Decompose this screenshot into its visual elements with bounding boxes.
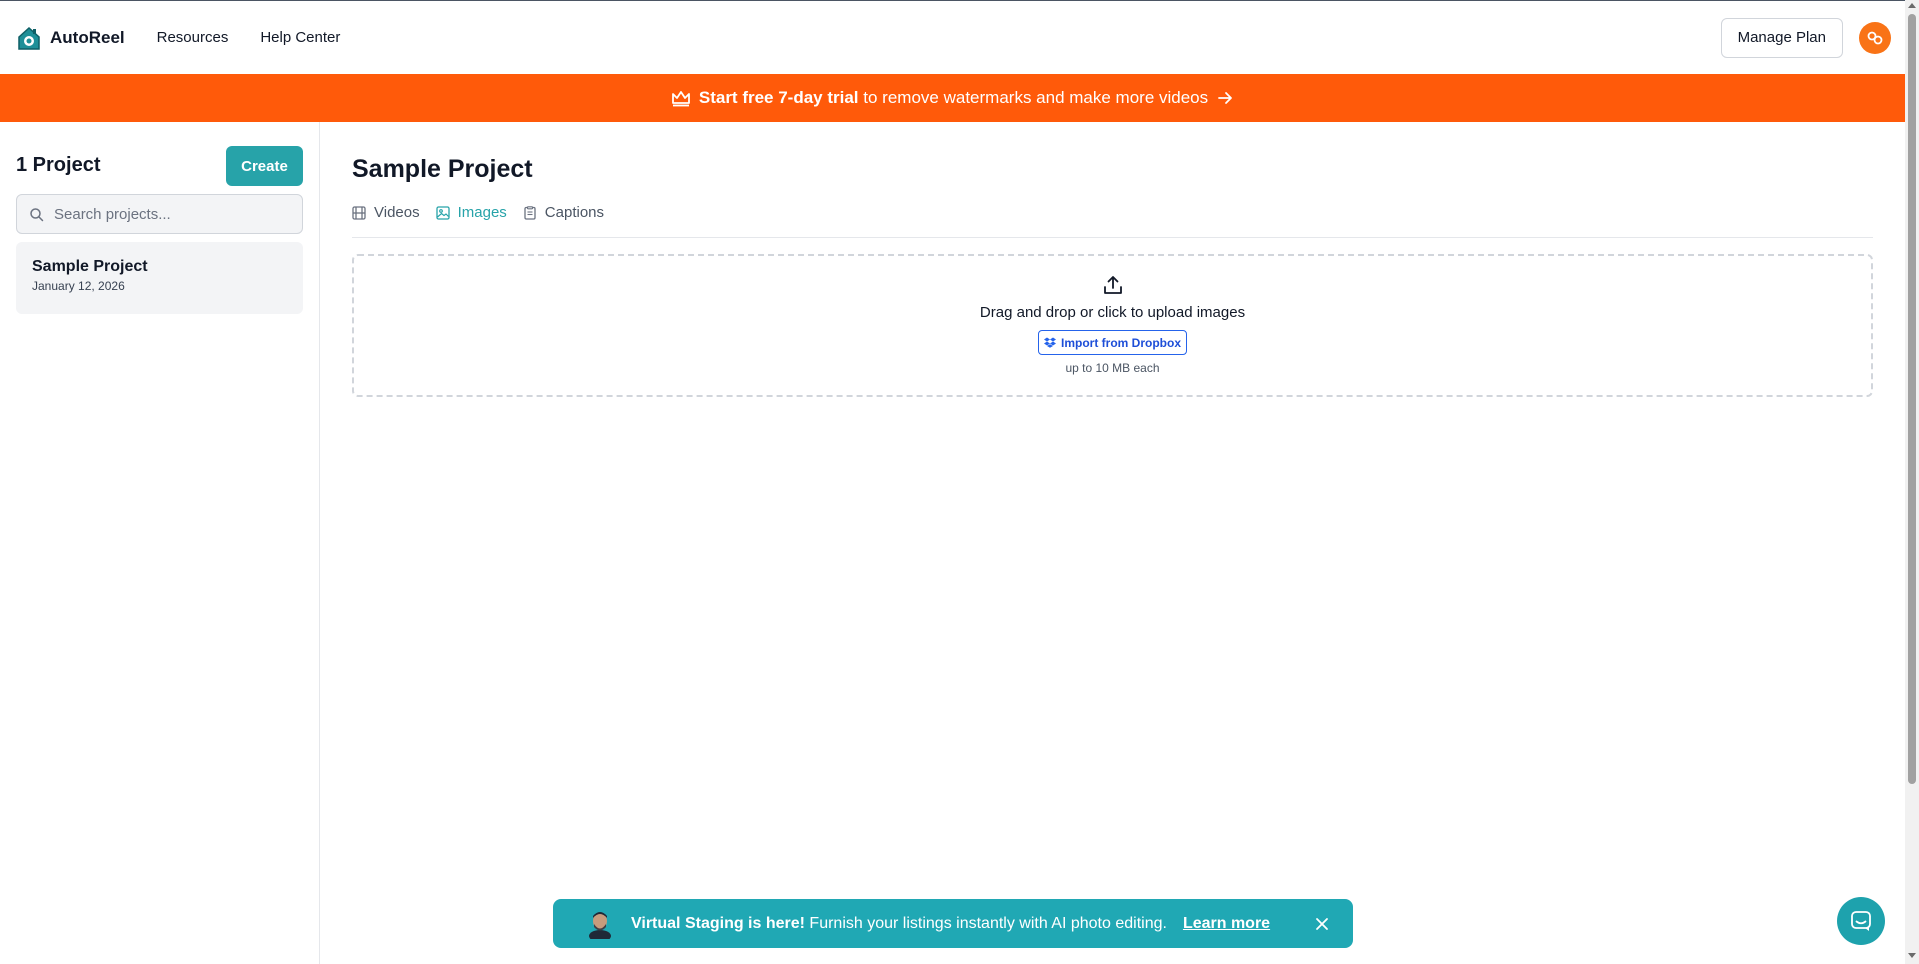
close-icon <box>1316 917 1328 930</box>
crown-icon <box>671 91 690 107</box>
project-search[interactable] <box>16 194 303 234</box>
tab-images[interactable]: Images <box>435 204 507 221</box>
project-tabs: Videos Images Captions <box>352 198 1873 238</box>
scrollbar-thumb[interactable] <box>1908 14 1916 784</box>
chat-icon <box>1851 911 1871 931</box>
announcement-toast: Virtual Staging is here! Furnish your li… <box>553 899 1353 948</box>
tab-label-videos: Videos <box>374 204 420 221</box>
search-icon <box>30 207 44 221</box>
tab-label-images: Images <box>457 204 507 221</box>
dropbox-icon <box>1044 337 1056 348</box>
project-list-item[interactable]: Sample Project January 12, 2026 <box>16 242 303 314</box>
project-name: Sample Project <box>32 258 148 275</box>
create-project-button[interactable]: Create <box>226 146 303 186</box>
project-count: 1 Project <box>16 153 101 176</box>
film-icon <box>352 205 366 220</box>
image-icon <box>435 205 450 220</box>
projects-sidebar: 1 Project Create Sample Project January … <box>0 122 320 964</box>
dropbox-label: Import from Dropbox <box>1061 335 1181 350</box>
tab-captions[interactable]: Captions <box>523 204 604 221</box>
arrow-right-icon <box>1218 92 1233 104</box>
brand-name: AutoReel <box>50 27 125 47</box>
brand-logo-link[interactable]: AutoReel <box>16 25 125 51</box>
top-navbar: AutoReel Resources Help Center Manage Pl… <box>0 0 1905 74</box>
page-scrollbar[interactable] <box>1905 0 1919 964</box>
person-avatar-icon <box>589 911 611 939</box>
chat-launcher-button[interactable] <box>1837 897 1885 945</box>
page-title: Sample Project <box>352 155 533 183</box>
import-dropbox-button[interactable]: Import from Dropbox <box>1038 330 1187 355</box>
close-toast-button[interactable] <box>1314 916 1330 932</box>
tab-videos[interactable]: Videos <box>352 204 420 221</box>
manage-plan-button[interactable]: Manage Plan <box>1720 17 1843 58</box>
promo-bold-text: Start free 7-day trial <box>698 88 859 107</box>
upload-size-limit: up to 10 MB each <box>1065 361 1160 375</box>
scroll-down-arrow-icon[interactable] <box>1908 953 1916 958</box>
project-date: January 12, 2026 <box>32 279 125 293</box>
user-avatar[interactable] <box>1859 21 1891 54</box>
main-content: Sample Project Videos Images Captions Dr… <box>352 122 1873 397</box>
learn-more-link[interactable]: Learn more <box>1183 915 1270 933</box>
dropzone-text: Drag and drop or click to upload images <box>979 304 1246 321</box>
nav-help-center[interactable]: Help Center <box>260 29 340 46</box>
search-input[interactable] <box>54 205 284 223</box>
toast-bold-text: Virtual Staging is here! <box>631 914 805 932</box>
image-upload-dropzone[interactable]: Drag and drop or click to upload images … <box>352 254 1873 397</box>
trial-promo-banner[interactable]: Start free 7-day trial to remove waterma… <box>0 74 1905 122</box>
avatar-icon <box>1867 31 1883 44</box>
tab-label-captions: Captions <box>544 204 604 221</box>
scroll-up-arrow-icon[interactable] <box>1908 3 1916 8</box>
house-logo-icon <box>18 26 40 50</box>
upload-icon <box>1103 276 1122 294</box>
promo-text: to remove watermarks and make more video… <box>863 88 1209 107</box>
nav-resources[interactable]: Resources <box>157 29 229 46</box>
toast-text: Furnish your listings instantly with AI … <box>809 914 1167 932</box>
document-icon <box>524 205 536 220</box>
